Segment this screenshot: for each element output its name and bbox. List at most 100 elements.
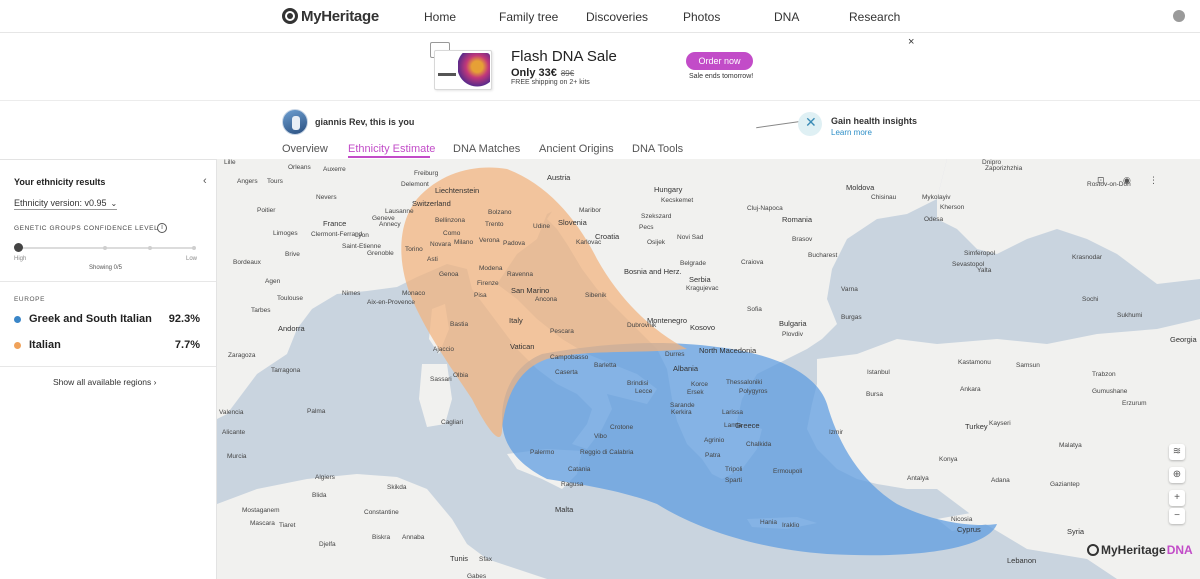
ethnicity-color-dot bbox=[14, 342, 21, 349]
close-icon[interactable]: × bbox=[908, 36, 914, 48]
tab-ancient-origins[interactable]: Ancient Origins bbox=[539, 143, 614, 155]
map-city-label: Antalya bbox=[907, 475, 929, 482]
map-city-label: Ajaccio bbox=[433, 346, 454, 353]
map-city-label: Vibo bbox=[594, 433, 607, 440]
map-city-label: Campobasso bbox=[550, 354, 589, 361]
map-city-label: Aix-en-Provence bbox=[367, 299, 416, 306]
map-city-label: Orleans bbox=[288, 164, 311, 171]
ethnicity-percent: 92.3% bbox=[168, 313, 200, 325]
map-city-label: Samsun bbox=[1016, 362, 1040, 369]
map-city-label: Poitier bbox=[257, 207, 276, 214]
myheritage-logo[interactable]: MyHeritage bbox=[282, 7, 379, 25]
map-city-label: Nicosia bbox=[951, 516, 973, 523]
user-greeting: giannis Rev, this is you bbox=[315, 117, 415, 127]
nav-photos[interactable]: Photos bbox=[683, 10, 720, 24]
map-city-label: Crotone bbox=[610, 424, 634, 431]
map-city-label: Bulgaria bbox=[779, 319, 807, 328]
avatar[interactable] bbox=[282, 109, 308, 135]
map-city-label: Gaziantep bbox=[1050, 481, 1080, 488]
nav-family-tree[interactable]: Family tree bbox=[499, 10, 558, 24]
promo-price: Only 33€ 89€ bbox=[511, 67, 574, 79]
map-city-label: Patra bbox=[705, 452, 721, 459]
layers-toggle-icon[interactable]: ⊡ bbox=[1097, 175, 1105, 186]
ethnicity-version-dropdown[interactable]: Ethnicity version: v0.95 ⌄ bbox=[14, 198, 118, 210]
map-city-label: Mostaganem bbox=[242, 507, 280, 514]
map-city-label: Kayseri bbox=[989, 420, 1011, 427]
map-city-label: Dnipro bbox=[982, 159, 1002, 166]
order-now-button[interactable]: Order now bbox=[686, 52, 753, 70]
nav-dna[interactable]: DNA bbox=[774, 10, 799, 24]
active-tab-indicator bbox=[348, 156, 430, 158]
slider-high-label: High bbox=[14, 256, 27, 262]
map-city-label: Gabes bbox=[467, 573, 487, 579]
map-logo-dna: DNA bbox=[1166, 543, 1193, 557]
ethnicity-map[interactable]: Lille Orleans Angers Tours Auxerre Nevers Poit… bbox=[217, 159, 1200, 579]
map-city-label: Novara bbox=[430, 241, 451, 248]
map-city-label: Pecs bbox=[639, 224, 654, 231]
dna-kit-image bbox=[428, 40, 494, 92]
nav-research[interactable]: Research bbox=[849, 10, 900, 24]
learn-more-link[interactable]: Learn more bbox=[831, 128, 872, 137]
map-city-label: Sarande bbox=[670, 402, 695, 409]
map-city-label: Genoa bbox=[439, 271, 459, 278]
tab-dna-tools[interactable]: DNA Tools bbox=[632, 143, 683, 155]
play-icon[interactable]: ◉ bbox=[1123, 175, 1131, 186]
confidence-slider-handle[interactable] bbox=[14, 243, 23, 252]
map-city-label: Delemont bbox=[401, 181, 429, 188]
promo-current-price: Only 33€ bbox=[511, 67, 557, 79]
map-city-label: Mascara bbox=[250, 520, 275, 527]
show-all-regions-link[interactable]: Show all available regions › bbox=[53, 377, 156, 387]
nav-discoveries[interactable]: Discoveries bbox=[586, 10, 648, 24]
map-city-label: Kosovo bbox=[690, 323, 716, 332]
map-city-label: Varna bbox=[841, 286, 858, 293]
logo-icon bbox=[282, 8, 298, 24]
map-city-label: Barletta bbox=[594, 362, 617, 369]
ethnicity-percent: 7.7% bbox=[174, 339, 200, 351]
tab-dna-matches[interactable]: DNA Matches bbox=[453, 143, 520, 155]
map-city-label: Bursa bbox=[866, 391, 883, 398]
tab-overview[interactable]: Overview bbox=[282, 143, 328, 155]
map-city-label: Brasov bbox=[792, 236, 813, 243]
nav-home[interactable]: Home bbox=[424, 10, 456, 24]
map-city-label: San Marino bbox=[511, 286, 550, 295]
map-city-label: Trabzon bbox=[1092, 371, 1116, 378]
ethnicity-row-italian[interactable]: Italian 7.7% bbox=[14, 339, 200, 353]
map-city-label: Annecy bbox=[379, 221, 401, 228]
map-city-label: Turkey bbox=[965, 422, 988, 431]
map-city-label: Kherson bbox=[940, 204, 965, 211]
map-city-label: Gumushane bbox=[1092, 388, 1128, 395]
zoom-out-button[interactable]: − bbox=[1169, 508, 1185, 524]
globe-view-icon[interactable]: ⊕ bbox=[1169, 467, 1185, 483]
map-city-label: Nevers bbox=[316, 194, 337, 201]
map-city-label: Belgrade bbox=[680, 260, 707, 267]
globe-icon[interactable] bbox=[1173, 10, 1185, 22]
map-city-label: Mykolayiv bbox=[922, 194, 951, 201]
map-city-label: Brindisi bbox=[627, 380, 649, 387]
tab-ethnicity-estimate[interactable]: Ethnicity Estimate bbox=[348, 143, 435, 155]
map-city-label: Larissa bbox=[722, 409, 743, 416]
zoom-in-button[interactable]: + bbox=[1169, 490, 1185, 506]
slider-tick bbox=[148, 246, 152, 250]
confidence-level-label: GENETIC GROUPS CONFIDENCE LEVEL bbox=[14, 225, 159, 232]
more-options-icon[interactable]: ⋮ bbox=[1149, 175, 1158, 186]
map-city-label: Sassari bbox=[430, 376, 452, 383]
map-city-label: Agrinio bbox=[704, 437, 725, 444]
map-city-label: Constantine bbox=[364, 509, 399, 516]
map-city-label: Sochi bbox=[1082, 296, 1099, 303]
map-city-label: Andorra bbox=[278, 324, 305, 333]
map-city-label: Nimes bbox=[342, 290, 361, 297]
map-city-label: Brive bbox=[285, 251, 300, 258]
map-city-label: Lyon bbox=[355, 232, 369, 239]
map-city-label: Hania bbox=[760, 519, 777, 526]
map-city-label: Geneve bbox=[372, 215, 395, 222]
map-city-label: Sibenik bbox=[585, 292, 607, 299]
map-city-label: Tripoli bbox=[725, 466, 743, 473]
map-city-label: Zaragoza bbox=[228, 352, 256, 359]
map-city-label: Plovdiv bbox=[782, 331, 803, 338]
map-city-label: Auxerre bbox=[323, 166, 346, 173]
map-city-label: Palma bbox=[307, 408, 326, 415]
map-layers-icon[interactable]: ≋ bbox=[1169, 444, 1185, 460]
ethnicity-row-greek-south-italian[interactable]: Greek and South Italian 92.3% bbox=[14, 313, 200, 327]
info-icon[interactable]: i bbox=[157, 223, 167, 233]
collapse-sidebar-icon[interactable]: ‹ bbox=[203, 175, 207, 187]
